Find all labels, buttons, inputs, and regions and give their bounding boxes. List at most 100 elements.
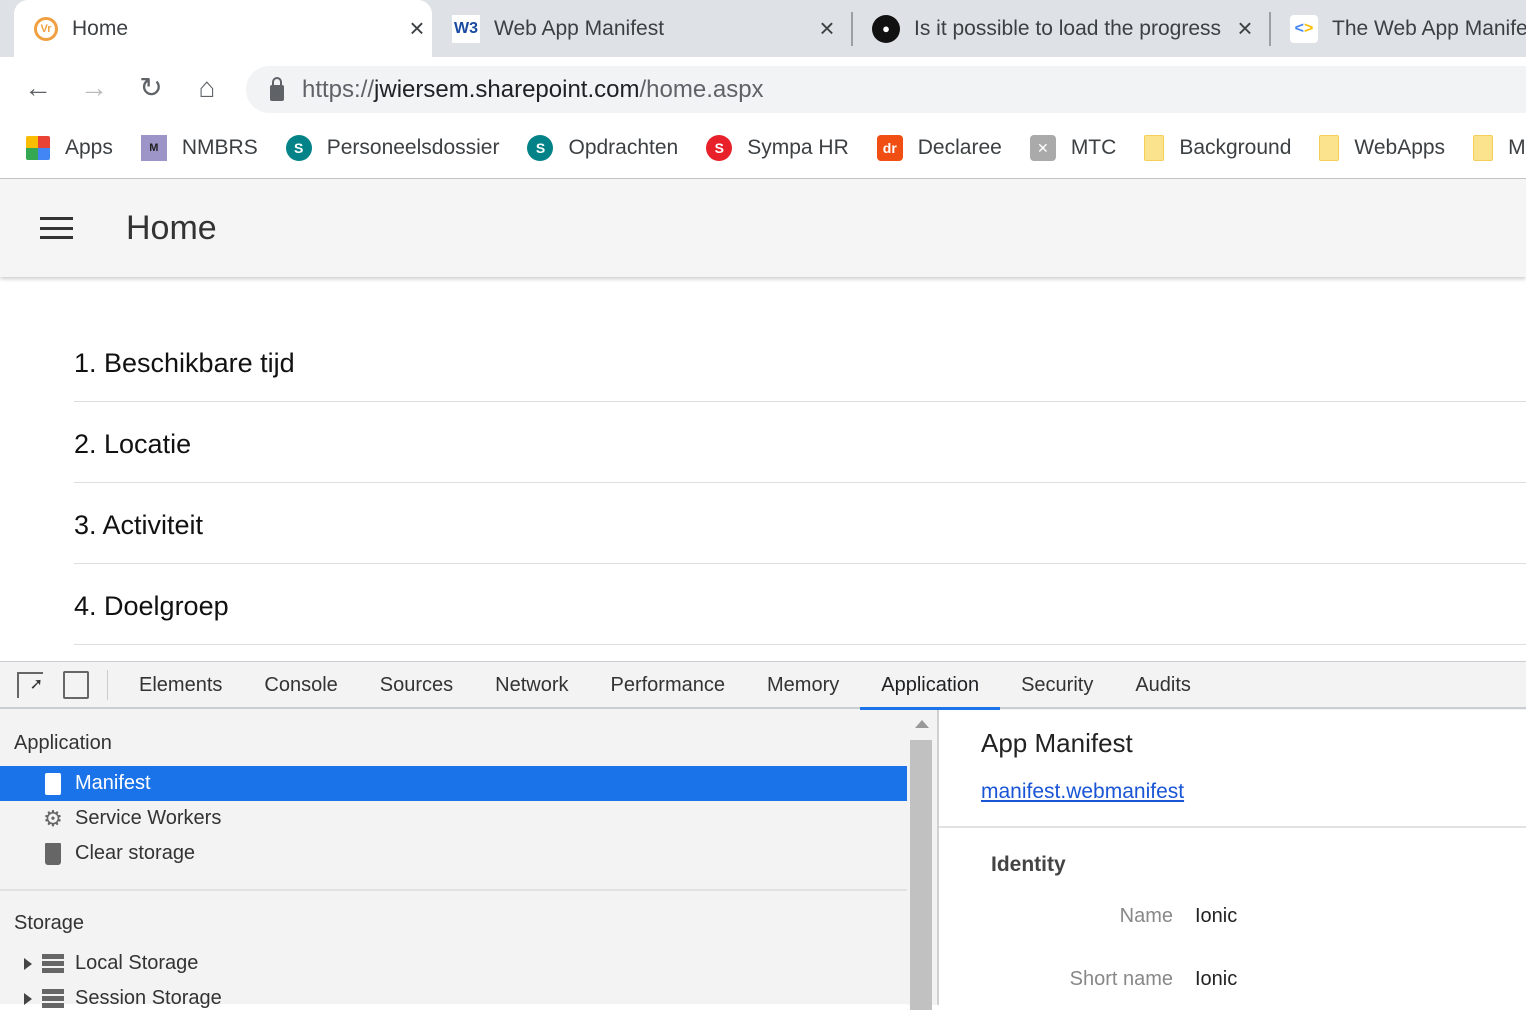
- tab-web-app-manifest[interactable]: W3 Web App Manifest ×: [432, 0, 842, 57]
- tab-elements[interactable]: Elements: [118, 661, 243, 708]
- browser-toolbar: ← → ↻ ⌂ https://jwiersem.sharepoint.com /…: [0, 57, 1526, 118]
- manifest-link[interactable]: manifest.webmanifest: [981, 780, 1184, 804]
- lock-icon: [270, 76, 284, 101]
- sidebar-item-label: Service Workers: [75, 807, 222, 829]
- list-item[interactable]: 2. Locatie: [74, 402, 1526, 483]
- menu-icon[interactable]: [40, 217, 73, 239]
- sharepoint-icon: S: [527, 135, 554, 161]
- forward-button[interactable]: →: [77, 71, 111, 105]
- bookmark-label: Opdrachten: [568, 136, 679, 159]
- identity-heading: Identity: [991, 853, 1066, 876]
- bookmark-webapps[interactable]: WebApps: [1319, 135, 1445, 161]
- bookmark-nmbrs[interactable]: M NMBRS: [140, 135, 258, 161]
- bookmark-label: Declaree: [917, 136, 1002, 159]
- bookmark-opdrachten[interactable]: S Opdrachten: [527, 135, 678, 161]
- tab-title: Web App Manifest: [494, 16, 665, 40]
- tab-audits[interactable]: Audits: [1114, 661, 1212, 708]
- mtc-icon: ✕: [1029, 135, 1056, 161]
- sidebar-item-clear-storage[interactable]: Clear storage: [0, 836, 907, 871]
- field-label-short-name: Short name: [1069, 968, 1173, 990]
- sidebar-item-label: Session Storage: [75, 987, 222, 1009]
- field-label-name: Name: [1119, 905, 1173, 927]
- tab-title: Is it possible to load the progress: [914, 16, 1222, 40]
- url-scheme: https://: [302, 75, 375, 103]
- tab-title: The Web App Manife: [1332, 16, 1526, 40]
- sidebar-item-label: Clear storage: [75, 842, 196, 864]
- bookmark-label: NMBRS: [181, 136, 258, 159]
- bookmark-label: MTC: [1070, 136, 1117, 159]
- bookmark-apps[interactable]: Apps: [26, 136, 113, 160]
- vr-logo-icon: Vr: [34, 16, 58, 41]
- tab-google-developers[interactable]: < > The Web App Manife: [1270, 0, 1526, 57]
- section-header-application: Application: [14, 732, 112, 754]
- bookmark-label: M: [1508, 136, 1526, 159]
- section-divider: [939, 826, 1526, 828]
- close-tab-icon[interactable]: ×: [402, 13, 432, 44]
- tab-memory[interactable]: Memory: [746, 661, 860, 708]
- bookmark-label: Personeelsdossier: [326, 136, 500, 159]
- bookmark-sympa-hr[interactable]: S Sympa HR: [706, 135, 849, 161]
- bookmark-declaree[interactable]: dr Declaree: [876, 135, 1002, 161]
- tab-console[interactable]: Console: [243, 661, 358, 708]
- file-icon: [42, 772, 64, 796]
- tab-network[interactable]: Network: [474, 661, 589, 708]
- sidebar-item-service-workers[interactable]: ⚙ Service Workers: [0, 801, 907, 836]
- folder-icon: [1319, 135, 1340, 161]
- inspect-element-icon[interactable]: ➚: [17, 671, 43, 698]
- manifest-title: App Manifest: [981, 728, 1133, 758]
- field-value-name: Ionic: [1195, 905, 1238, 927]
- scrollbar-thumb[interactable]: [910, 740, 932, 1010]
- close-tab-icon[interactable]: ×: [1230, 13, 1260, 44]
- bookmark-label: Sympa HR: [747, 136, 849, 159]
- table-icon: [42, 954, 64, 973]
- address-bar[interactable]: https://jwiersem.sharepoint.com/home.asp…: [246, 66, 1526, 113]
- folder-icon: [1473, 135, 1494, 161]
- url-host: jwiersem.sharepoint.com: [374, 75, 640, 103]
- tab-application[interactable]: Application: [860, 661, 1000, 710]
- scroll-up-icon[interactable]: [915, 720, 929, 728]
- tab-strip: Vr Home × W3 Web App Manifest × ● Is it …: [0, 0, 1526, 57]
- application-sidebar: Application Manifest ⚙ Service Workers Cl…: [0, 710, 908, 1009]
- list-item[interactable]: 4. Doelgroep: [74, 564, 1526, 645]
- sidebar-item-manifest[interactable]: Manifest: [0, 766, 907, 801]
- tab-sources[interactable]: Sources: [359, 661, 474, 708]
- bookmark-label: Apps: [65, 136, 113, 159]
- close-tab-icon[interactable]: ×: [812, 13, 842, 44]
- bookmark-m[interactable]: M: [1473, 135, 1526, 161]
- gear-icon: ⚙: [43, 805, 63, 831]
- sidebar-item-local-storage[interactable]: Local Storage: [0, 946, 907, 981]
- bookmark-background[interactable]: Background: [1144, 135, 1291, 161]
- trash-icon: [42, 842, 64, 866]
- section-header-storage: Storage: [14, 912, 85, 934]
- url-path: /home.aspx: [639, 75, 764, 103]
- sympa-icon: S: [706, 135, 733, 161]
- bookmark-personeelsdossier[interactable]: S Personeelsdossier: [285, 135, 500, 161]
- bookmark-label: WebApps: [1354, 136, 1446, 159]
- tab-security[interactable]: Security: [1000, 661, 1114, 708]
- folder-icon: [1144, 135, 1165, 161]
- home-button[interactable]: ⌂: [190, 71, 224, 105]
- reload-button[interactable]: ↻: [134, 71, 168, 105]
- item-list: 1. Beschikbare tijd 2. Locatie 3. Activi…: [74, 321, 1526, 645]
- tab-github[interactable]: ● Is it possible to load the progress ×: [852, 0, 1260, 57]
- devtools-panel: ➚ Elements Console Sources Network Perfo…: [0, 661, 1526, 1010]
- section-divider: [0, 889, 907, 891]
- sidebar-item-session-storage[interactable]: Session Storage: [0, 981, 907, 1016]
- app-header: Home: [0, 179, 1526, 277]
- tab-title: Home: [72, 16, 129, 40]
- device-toolbar-icon[interactable]: [63, 670, 89, 699]
- table-icon: [42, 989, 64, 1008]
- apps-grid-icon: [26, 136, 50, 160]
- w3c-icon: W3: [452, 14, 480, 43]
- list-item[interactable]: 3. Activiteit: [74, 483, 1526, 564]
- list-item[interactable]: 1. Beschikbare tijd: [74, 321, 1526, 402]
- sidebar-item-label: Local Storage: [75, 952, 199, 974]
- github-icon: ●: [872, 14, 900, 43]
- sidebar-scrollbar[interactable]: [908, 710, 936, 1010]
- sidebar-item-label: Manifest: [75, 772, 151, 794]
- bookmark-mtc[interactable]: ✕ MTC: [1029, 135, 1117, 161]
- tab-performance[interactable]: Performance: [590, 661, 747, 708]
- tab-home[interactable]: Vr Home ×: [14, 0, 432, 57]
- back-button[interactable]: ←: [21, 71, 55, 105]
- google-developers-icon: < >: [1290, 14, 1318, 43]
